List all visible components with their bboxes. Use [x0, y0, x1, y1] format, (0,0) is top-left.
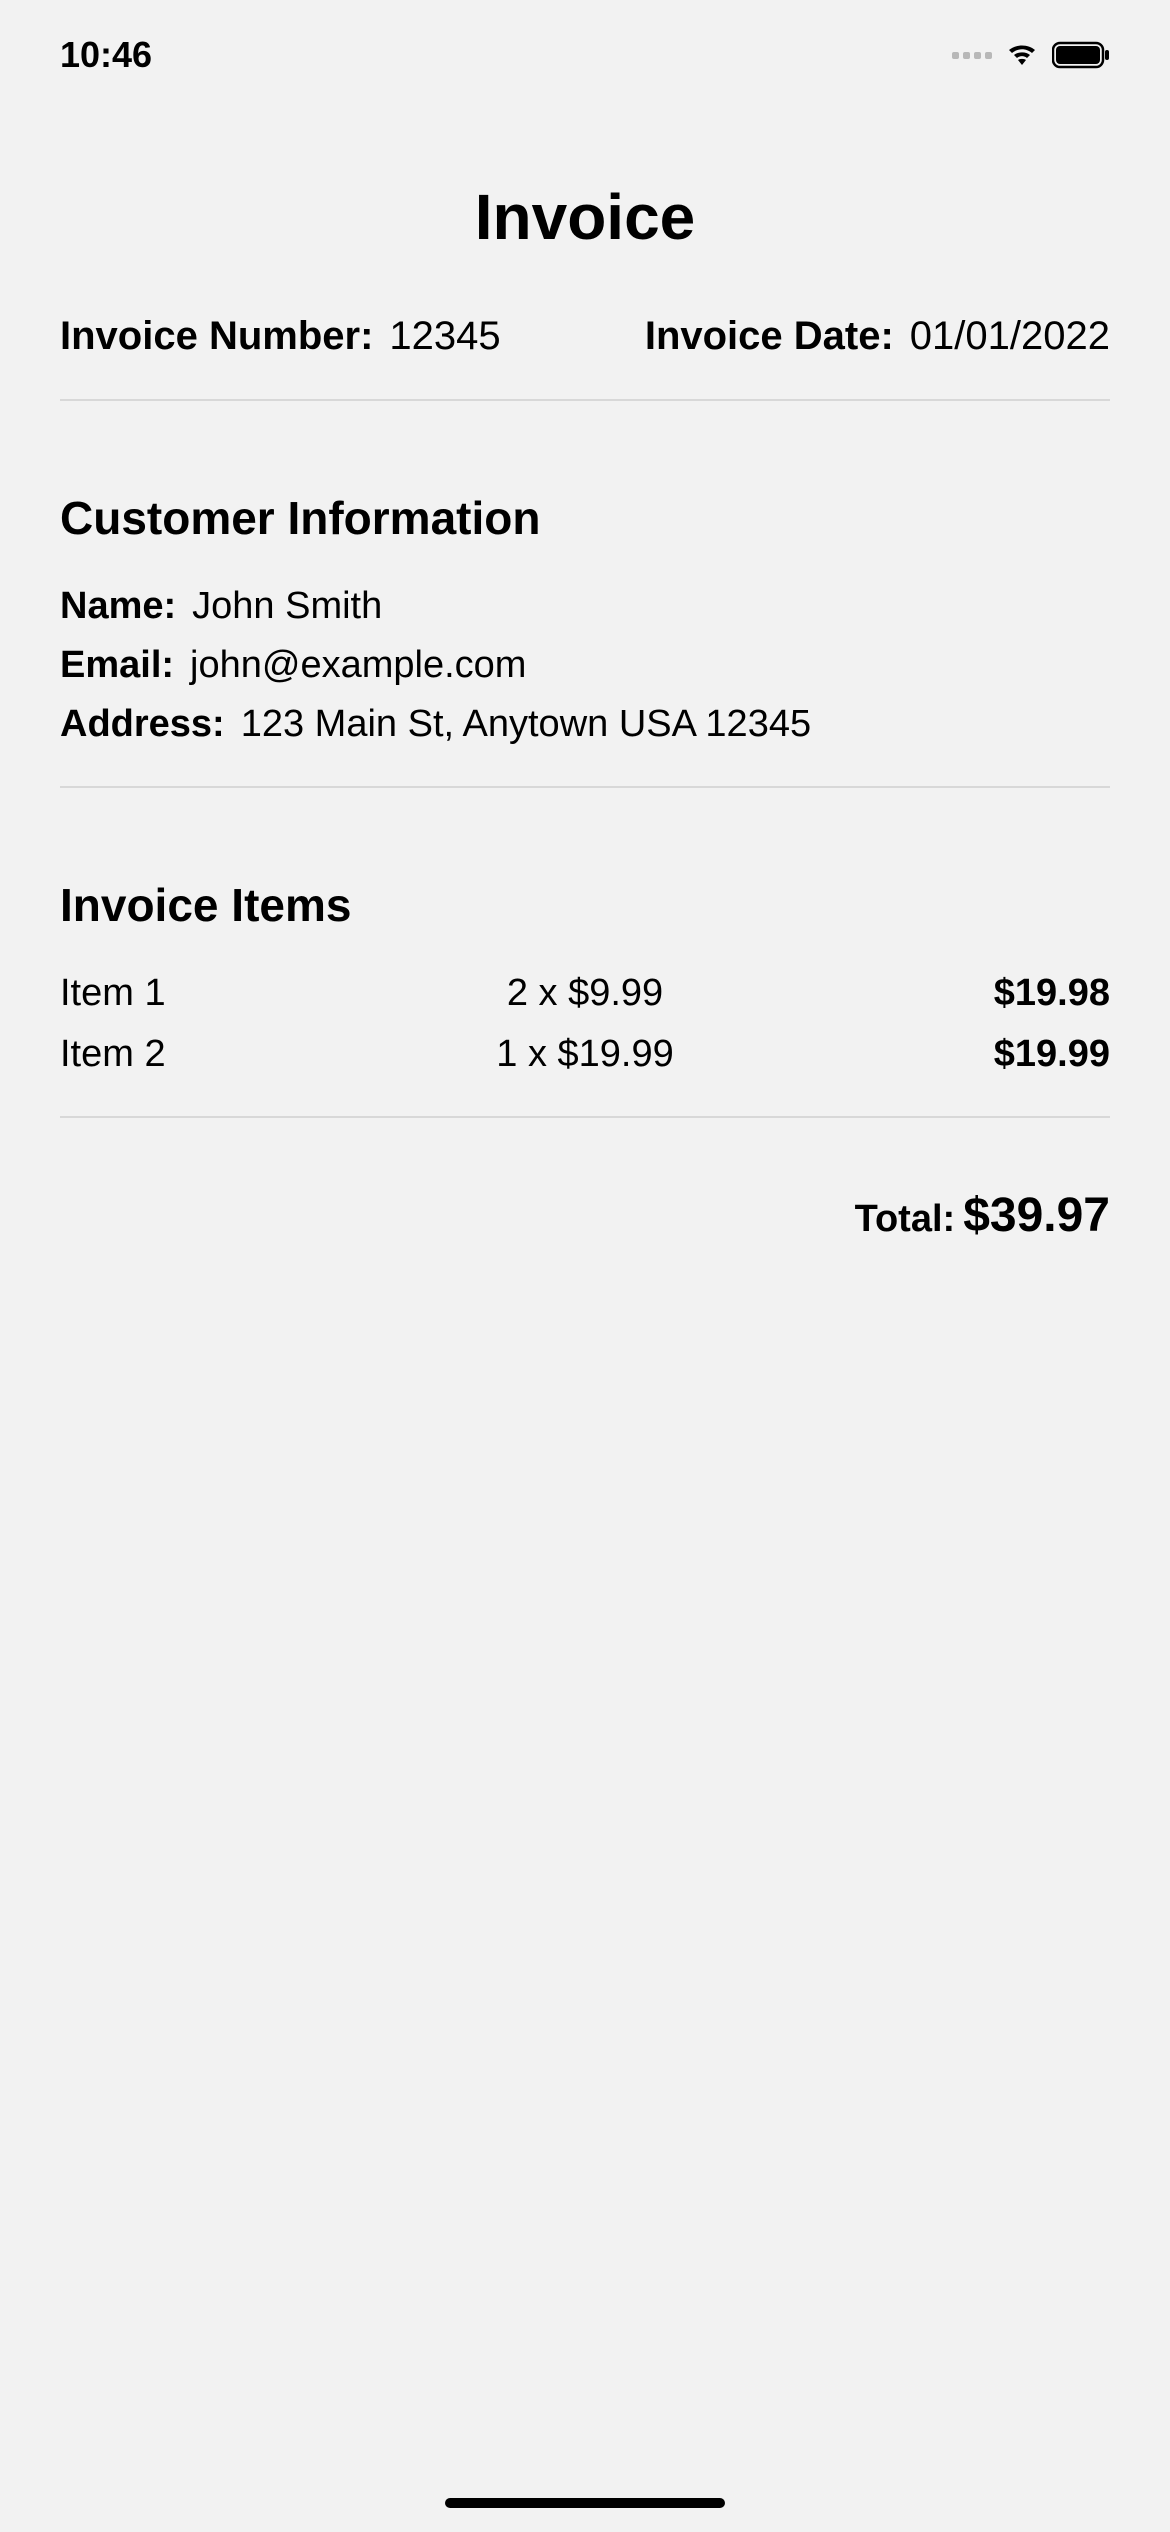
divider: [60, 399, 1110, 401]
invoice-number-label: Invoice Number:: [60, 314, 373, 359]
customer-address-row: Address: 123 Main St, Anytown USA 12345: [60, 703, 1110, 746]
customer-name-label: Name:: [60, 585, 176, 628]
items-section-title: Invoice Items: [60, 878, 1110, 932]
total-value: $39.97: [963, 1188, 1110, 1243]
customer-address-label: Address:: [60, 703, 225, 746]
status-bar: 10:46: [0, 0, 1170, 100]
invoice-content: Invoice Invoice Number: 12345 Invoice Da…: [0, 100, 1170, 1243]
items-container: Item 1 2 x $9.99 $19.98 Item 2 1 x $19.9…: [60, 972, 1110, 1076]
battery-icon: [1052, 41, 1110, 69]
divider: [60, 1116, 1110, 1118]
status-icons: [952, 41, 1110, 69]
invoice-number-group: Invoice Number: 12345: [60, 314, 501, 359]
divider: [60, 786, 1110, 788]
total-label: Total:: [855, 1198, 956, 1241]
item-qty-price: 2 x $9.99: [410, 972, 760, 1015]
invoice-date-group: Invoice Date: 01/01/2022: [645, 314, 1110, 359]
invoice-number-value: 12345: [389, 314, 500, 359]
wifi-icon: [1004, 41, 1040, 69]
customer-name-value: John Smith: [192, 585, 382, 628]
customer-section-title: Customer Information: [60, 491, 1110, 545]
customer-email-row: Email: john@example.com: [60, 644, 1110, 687]
customer-name-row: Name: John Smith: [60, 585, 1110, 628]
invoice-date-label: Invoice Date:: [645, 314, 894, 359]
item-name: Item 1: [60, 972, 410, 1015]
customer-email-value: john@example.com: [190, 644, 526, 687]
total-row: Total: $39.97: [60, 1188, 1110, 1243]
item-name: Item 2: [60, 1033, 410, 1076]
cellular-signal-icon: [952, 52, 992, 59]
invoice-date-value: 01/01/2022: [910, 314, 1110, 359]
home-indicator[interactable]: [445, 2498, 725, 2508]
customer-section: Customer Information Name: John Smith Em…: [60, 491, 1110, 788]
customer-email-label: Email:: [60, 644, 174, 687]
invoice-meta: Invoice Number: 12345 Invoice Date: 01/0…: [60, 314, 1110, 359]
item-row: Item 2 1 x $19.99 $19.99: [60, 1033, 1110, 1076]
item-total: $19.99: [760, 1033, 1110, 1076]
item-qty-price: 1 x $19.99: [410, 1033, 760, 1076]
status-time: 10:46: [60, 34, 152, 76]
item-row: Item 1 2 x $9.99 $19.98: [60, 972, 1110, 1015]
customer-address-value: 123 Main St, Anytown USA 12345: [241, 703, 811, 746]
items-section: Invoice Items Item 1 2 x $9.99 $19.98 It…: [60, 878, 1110, 1118]
item-total: $19.98: [760, 972, 1110, 1015]
page-title: Invoice: [60, 180, 1110, 254]
